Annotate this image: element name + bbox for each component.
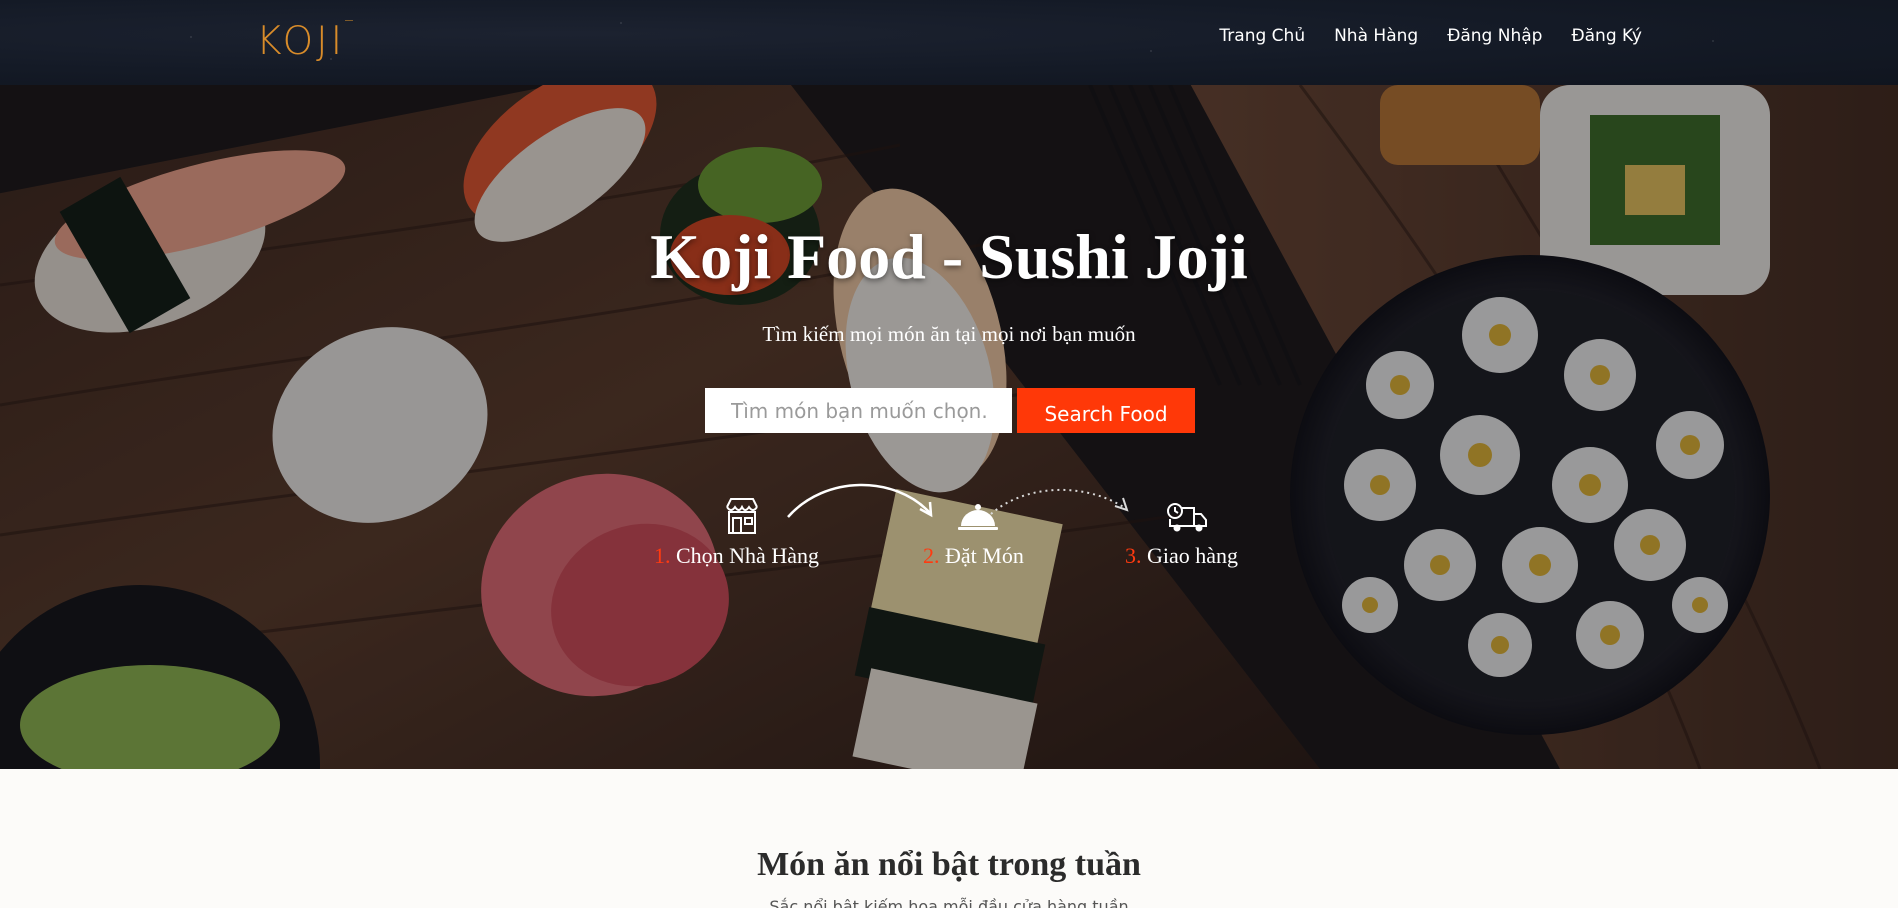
hero-title: Koji Food - Sushi Joji (650, 221, 1248, 292)
navbar: KOJI Trang Chủ Nhà Hàng Đăng Nhập Đăng K… (0, 0, 1898, 85)
logo-accent-mark (345, 20, 353, 26)
texture-speck (620, 22, 622, 24)
step-2-label: Đặt Món (945, 543, 1024, 568)
step-1-number: 1. (654, 543, 671, 568)
hero-subtitle: Tìm kiếm mọi món ăn tại mọi nơi bạn muốn (762, 322, 1136, 346)
step-1-label: Chọn Nhà Hàng (676, 543, 819, 568)
step-3-number: 3. (1125, 543, 1142, 568)
texture-speck (1150, 50, 1152, 52)
featured-title: Món ăn nổi bật trong tuần (757, 846, 1141, 883)
main-nav: Trang Chủ Nhà Hàng Đăng Nhập Đăng Ký (1219, 24, 1642, 48)
nav-link-register[interactable]: Đăng Ký (1571, 24, 1642, 48)
texture-speck (190, 36, 192, 38)
cloche-icon (958, 504, 998, 530)
featured-subtitle: Sắc nổi bật kiếm hoa mỗi đầu cửa hàng tu… (769, 897, 1129, 908)
search-food-button[interactable]: Search Food (1017, 388, 1195, 433)
store-icon (726, 498, 758, 534)
texture-speck (1712, 40, 1714, 42)
nav-link-home[interactable]: Trang Chủ (1219, 24, 1305, 48)
food-search-input[interactable] (705, 388, 1012, 433)
step-3-label: Giao hàng (1147, 543, 1239, 568)
nav-link-login[interactable]: Đăng Nhập (1447, 24, 1542, 48)
koji-logo[interactable]: KOJI (256, 22, 345, 61)
nav-link-restaurants[interactable]: Nhà Hàng (1334, 24, 1418, 48)
curved-arrow-icon (787, 483, 933, 518)
step-2-number: 2. (923, 543, 940, 568)
delivery-truck-icon (1167, 503, 1207, 532)
dotted-arrow-icon (990, 488, 1129, 515)
hero-banner: Koji Food - Sushi Joji Tìm kiếm mọi món … (0, 85, 1898, 769)
